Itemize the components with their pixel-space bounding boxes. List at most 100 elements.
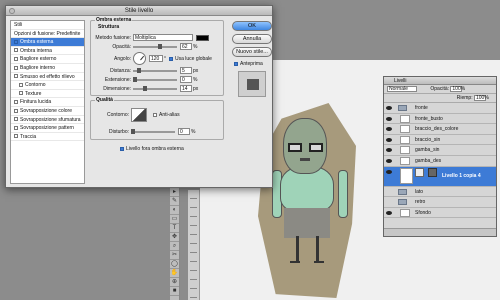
- style-checkbox[interactable]: [14, 48, 18, 53]
- style-checkbox[interactable]: [14, 39, 18, 44]
- knockout-checkbox[interactable]: [120, 146, 124, 151]
- style-checkbox[interactable]: [14, 100, 18, 105]
- spread-slider[interactable]: [133, 76, 177, 82]
- spread-input[interactable]: 0: [180, 76, 192, 83]
- ok-button[interactable]: OK: [232, 21, 272, 31]
- layer-row[interactable]: retro: [384, 197, 496, 208]
- style-item[interactable]: Sovrapposizione pattern: [11, 124, 84, 133]
- style-checkbox[interactable]: [14, 134, 18, 139]
- tool-icon[interactable]: ◐: [170, 206, 179, 215]
- style-item[interactable]: Bagliore esterno: [11, 55, 84, 64]
- layer-thumbnail: [400, 167, 413, 184]
- style-checkbox[interactable]: [14, 65, 18, 70]
- layer-row[interactable]: gamba_des: [384, 156, 496, 167]
- slider-thumb[interactable]: [143, 85, 147, 91]
- contour-preview[interactable]: [131, 108, 147, 122]
- eye-icon[interactable]: [386, 169, 392, 174]
- tool-icon[interactable]: ⊕: [170, 278, 179, 287]
- eye-icon[interactable]: [386, 158, 392, 163]
- style-checkbox[interactable]: [14, 125, 18, 130]
- style-item[interactable]: Smusso ed effetto rilievo: [11, 73, 84, 82]
- right-leg: [316, 236, 319, 262]
- size-label: Dimensione:: [103, 85, 131, 92]
- angle-dial[interactable]: [133, 52, 146, 65]
- tool-icon[interactable]: ✋: [170, 269, 179, 278]
- eye-icon[interactable]: [386, 210, 392, 215]
- tool-icon[interactable]: ▸: [170, 188, 179, 197]
- size-input[interactable]: 14: [180, 85, 192, 92]
- layer-row[interactable]: fronte_busto: [384, 114, 496, 125]
- tool-icon[interactable]: ✂: [170, 251, 179, 260]
- eye-icon[interactable]: [386, 106, 392, 110]
- antialias-checkbox[interactable]: [153, 113, 157, 117]
- layer-fill-input[interactable]: 100%: [474, 94, 489, 101]
- slider-thumb[interactable]: [131, 128, 135, 134]
- layer-list[interactable]: fronte fronte_busto braccio_des_colore brac…: [384, 103, 496, 219]
- style-item[interactable]: Sovrapposizione colore: [11, 107, 84, 116]
- style-item[interactable]: Ombra interna: [11, 47, 84, 56]
- style-item[interactable]: Texture: [11, 90, 84, 99]
- distance-input[interactable]: 5: [180, 67, 192, 74]
- style-item[interactable]: Stili: [11, 21, 84, 30]
- layer-name: Sfondo: [415, 209, 431, 216]
- style-item[interactable]: Traccia: [11, 133, 84, 142]
- style-checkbox[interactable]: [14, 117, 18, 122]
- style-checkbox[interactable]: [14, 74, 18, 79]
- tools-panel[interactable]: ▸ ✎ ◐ ▭ T ✥ ⌕ ✂ ◯ ✋ ⊕ ■: [170, 188, 180, 300]
- quality-group: Qualità Contorno: Anti-alias Disturbo: 0%: [90, 97, 224, 140]
- antialias-label: Anti-alias: [159, 112, 180, 119]
- style-item[interactable]: Finitura lucida: [11, 98, 84, 107]
- px-unit: px: [193, 67, 199, 74]
- eye-icon[interactable]: [386, 148, 392, 153]
- tool-icon[interactable]: ✥: [170, 233, 179, 242]
- global-light-checkbox[interactable]: [169, 56, 173, 61]
- slider-thumb[interactable]: [157, 43, 162, 49]
- tool-icon[interactable]: ⌕: [170, 242, 179, 251]
- style-item[interactable]: Ombra esterna: [11, 38, 84, 47]
- noise-input[interactable]: 0: [178, 128, 190, 135]
- tool-icon[interactable]: ■: [170, 287, 179, 296]
- eye-icon[interactable]: [386, 116, 392, 121]
- layer-row[interactable]: fronte: [384, 103, 496, 114]
- style-item[interactable]: Sovrapposizione sfumatura: [11, 116, 84, 125]
- layer-row[interactable]: gamba_sin: [384, 145, 496, 156]
- right-foot: [314, 261, 324, 263]
- layer-row[interactable]: Livello 1 copia 4: [384, 166, 496, 187]
- style-item[interactable]: Opzioni di fusione: Predefinite: [11, 30, 84, 39]
- size-slider[interactable]: [133, 85, 177, 91]
- blend-mode-select[interactable]: Moltiplica: [133, 34, 193, 41]
- layer-row[interactable]: Sfondo: [384, 208, 496, 219]
- style-checkbox[interactable]: [14, 108, 18, 113]
- percent-unit: %: [193, 43, 198, 50]
- new-style-button[interactable]: Nuovo stile...: [232, 47, 272, 57]
- style-checkbox[interactable]: [19, 82, 23, 87]
- tool-icon[interactable]: ✎: [170, 197, 179, 206]
- style-checkbox[interactable]: [14, 57, 18, 62]
- tool-icon[interactable]: ▭: [170, 215, 179, 224]
- styles-list[interactable]: Stili Opzioni di fusione: Predefinite Ombr…: [10, 20, 85, 184]
- layer-row[interactable]: braccio_sin: [384, 135, 496, 146]
- noise-slider[interactable]: [131, 128, 175, 134]
- degree-unit: °: [164, 55, 166, 62]
- opacity-input[interactable]: 62: [180, 43, 192, 50]
- style-item[interactable]: Contorno: [11, 81, 84, 90]
- layer-row[interactable]: braccio_des_colore: [384, 124, 496, 135]
- layer-row[interactable]: lato: [384, 187, 496, 198]
- angle-input[interactable]: 120: [149, 55, 163, 62]
- tool-icon[interactable]: T: [170, 224, 179, 233]
- style-item[interactable]: Bagliore interno: [11, 64, 84, 73]
- eye-icon[interactable]: [386, 127, 392, 132]
- opacity-slider[interactable]: [133, 43, 177, 49]
- preview-checkbox[interactable]: [234, 61, 238, 66]
- cancel-button[interactable]: Annulla: [232, 34, 272, 44]
- slider-thumb[interactable]: [133, 76, 137, 82]
- close-icon[interactable]: [9, 8, 15, 14]
- layer-opacity-input[interactable]: 100%: [450, 85, 465, 92]
- eye-icon[interactable]: [386, 137, 392, 142]
- slider-thumb[interactable]: [137, 67, 141, 73]
- shadow-color-swatch[interactable]: [196, 34, 209, 41]
- tool-icon[interactable]: ◯: [170, 260, 179, 269]
- layer-blend-mode-select[interactable]: Normale: [387, 85, 417, 92]
- style-checkbox[interactable]: [19, 91, 23, 96]
- distance-slider[interactable]: [133, 67, 177, 73]
